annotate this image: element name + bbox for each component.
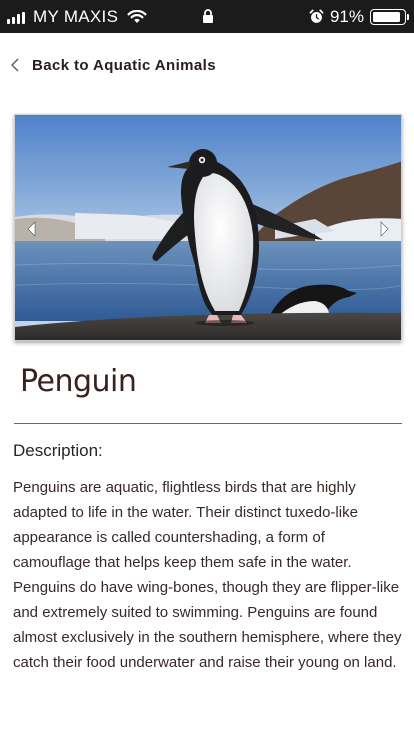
lock-icon: [203, 9, 213, 23]
wifi-icon: [127, 9, 147, 23]
status-right: 91%: [309, 0, 409, 33]
penguin-photo: [15, 115, 401, 340]
description-label: Description:: [13, 441, 103, 460]
status-bar: MY MAXIS 91%: [0, 0, 414, 33]
carrier-name: MY MAXIS: [33, 6, 119, 26]
back-label: Back to Aquatic Animals: [32, 56, 216, 74]
page-title: Penguin: [20, 364, 137, 399]
battery-icon: [370, 8, 409, 25]
caret-right-icon[interactable]: [377, 219, 391, 239]
chevron-left-icon: [11, 58, 19, 72]
back-button[interactable]: Back to Aquatic Animals: [10, 52, 216, 78]
divider: [14, 423, 402, 424]
battery-percent: 91%: [329, 6, 364, 26]
signal-icon: [7, 10, 25, 24]
status-left: MY MAXIS: [7, 0, 147, 33]
battery-fill: [373, 11, 401, 22]
description-text: Penguins are aquatic, flightless birds t…: [13, 479, 402, 671]
caret-left-icon[interactable]: [25, 219, 39, 239]
alarm-icon: [309, 9, 324, 23]
image-carousel[interactable]: [14, 114, 402, 341]
